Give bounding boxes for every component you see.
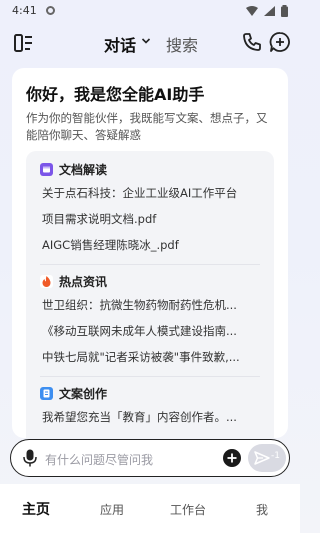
tab-chat[interactable]: 对话 [104,32,136,56]
signal-icon [264,6,275,16]
new-chat-icon[interactable] [269,31,291,53]
greeting-title: 你好，我是您全能AI助手 [26,85,205,104]
list-item[interactable]: 我希望您充当「教育」内容创作者。... [42,409,264,425]
add-attachment-icon[interactable] [222,448,242,468]
nav-home[interactable]: 主页 [22,499,50,519]
section-header: 文案创作 [40,385,107,401]
nav-workbench[interactable]: 工作台 [170,501,206,518]
status-bar: 4:41 [0,0,300,22]
status-icons [246,5,288,17]
send-count: -1 [271,451,280,461]
phone-icon[interactable] [242,32,262,52]
list-item[interactable]: 项目需求说明文档.pdf [42,211,264,227]
section-title: 热点资讯 [59,274,108,289]
divider [40,376,260,377]
nav-me[interactable]: 我 [256,501,268,518]
fire-icon [40,274,53,288]
assistant-card: 你好，我是您全能AI助手 作为你的智能伙伴，我既能写文案、想点子，又能陪你聊天、… [12,68,288,438]
settings-status-icon [46,6,55,15]
section-header: 文档解读 [40,161,107,177]
list-item[interactable]: 世卫组织：抗微生物药物耐药性危机... [42,297,264,313]
nav-apps[interactable]: 应用 [100,501,124,518]
intro-text: 作为你的智能伙伴，我既能写文案、想点子，又能陪你聊天、答疑解惑 [26,111,268,142]
tab-search[interactable]: 搜索 [166,32,198,56]
status-time: 4:41 [12,4,37,17]
chat-input[interactable]: 有什么问题尽管问我 [45,451,153,468]
divider [40,264,260,265]
menu-icon[interactable] [12,32,34,54]
send-button[interactable]: -1 [248,444,286,472]
section-title: 文档解读 [59,162,108,177]
section-title: 文案创作 [59,386,108,401]
wifi-icon [246,6,258,16]
battery-icon [281,5,288,17]
list-item[interactable]: 关于点石科技：企业工业级AI工作平台 [42,185,264,201]
section-header: 热点资讯 [40,273,107,289]
list-item[interactable]: 中铁七局就"记者采访被袭"事件致歉,... [42,349,264,365]
list-item[interactable]: AIGC销售经理陈晓冰_.pdf [42,237,264,253]
suggestion-panel: 文档解读 关于点石科技：企业工业级AI工作平台 项目需求说明文档.pdf AIG… [26,151,274,438]
document-icon [40,162,53,176]
chat-input-bar: 有什么问题尽管问我 -1 [10,439,290,477]
send-icon [254,451,270,465]
copywriting-icon [40,386,53,400]
top-header: 对话 搜索 [0,26,300,62]
bottom-nav: 主页 应用 工作台 我 [0,484,300,533]
microphone-icon[interactable] [22,449,38,467]
chevron-down-icon[interactable] [141,36,151,46]
list-item[interactable]: 《移动互联网未成年人模式建设指南... [42,323,264,339]
